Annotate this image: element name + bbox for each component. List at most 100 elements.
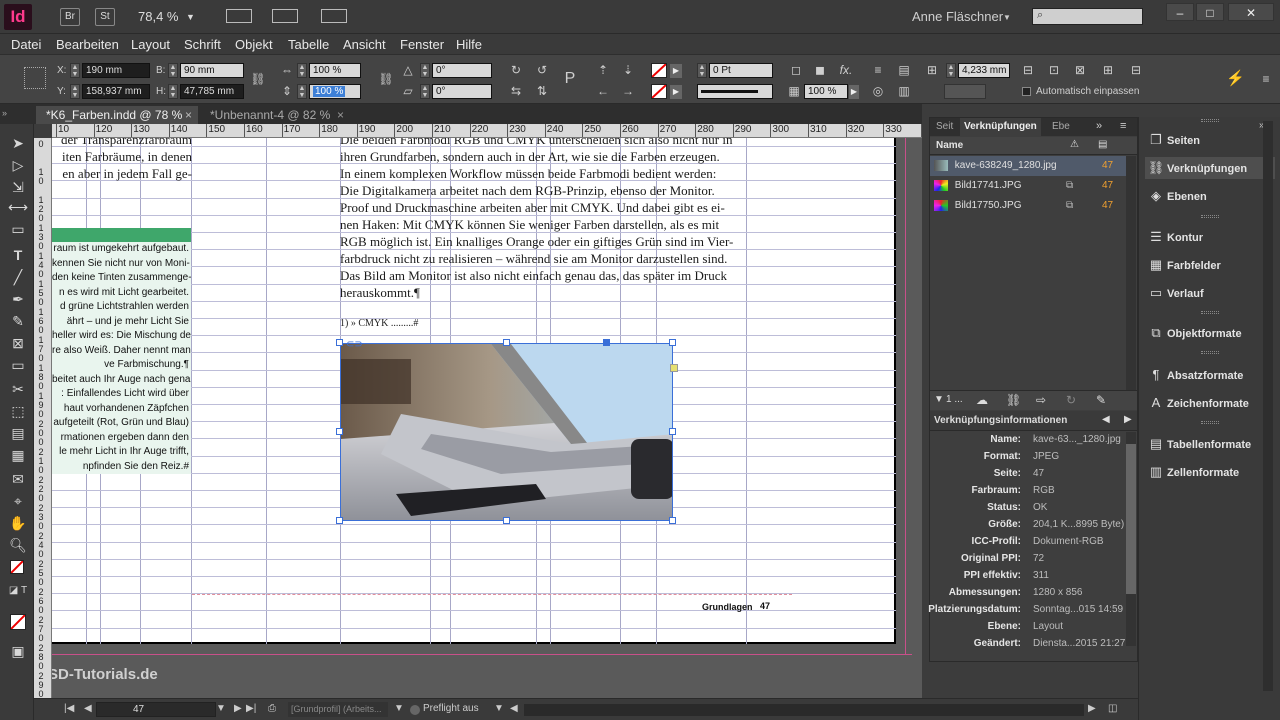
constrain-proportions-icon[interactable]: ⛓ (250, 71, 266, 87)
height-stepper[interactable]: ▲ ▼ (168, 84, 178, 99)
resize-handle-right[interactable] (669, 428, 676, 435)
opacity-arrow-icon[interactable]: ▶ (849, 85, 859, 99)
menu-fenster[interactable]: Fenster (400, 37, 444, 52)
stroke-type-select[interactable] (697, 84, 773, 99)
dock-character-styles[interactable]: A Zeichenformate (1145, 392, 1275, 414)
dock-object-styles[interactable]: ⧉ Objektformate (1145, 322, 1275, 344)
zoom-dropdown-icon[interactable]: ▼ (186, 12, 195, 22)
angle-stepper[interactable]: ▲ ▼ (420, 63, 430, 78)
stroke-dropdown-icon[interactable]: ▶ (670, 85, 682, 99)
user-name[interactable]: Anne Fläschner (912, 9, 1003, 24)
relink-cc-icon[interactable]: ☁ (976, 393, 988, 407)
shear-field[interactable]: 0° (432, 84, 492, 99)
reference-point-icon[interactable] (24, 67, 46, 89)
content-grabber[interactable] (603, 339, 610, 346)
quick-apply-icon[interactable]: ⚡ (1226, 71, 1245, 87)
resize-handle-top[interactable] (503, 339, 510, 346)
last-page-icon[interactable]: ▶| (246, 703, 256, 714)
content-collector-icon[interactable]: ▭ (8, 220, 28, 238)
horizontal-scrollbar[interactable] (524, 704, 1084, 716)
panel-menu-icon[interactable]: ≡ (1120, 120, 1126, 132)
opacity-field[interactable]: 100 % (804, 84, 848, 99)
dock-links[interactable]: ⛓ Verknüpfungen (1145, 157, 1275, 179)
first-page-icon[interactable]: |◀ (64, 703, 74, 714)
scale-x-stepper[interactable]: ▲ ▼ (297, 63, 307, 78)
direct-selection-tool-icon[interactable]: ▷ (8, 156, 28, 174)
update-link-icon[interactable]: ↻ (1066, 393, 1076, 407)
panel-expand-icon[interactable]: » (1096, 120, 1102, 132)
dock-grip[interactable] (1201, 311, 1219, 314)
height-field[interactable]: 47,785 mm (180, 84, 244, 99)
y-field[interactable]: 158,937 mm (82, 84, 150, 99)
dock-pages[interactable]: ❐ Seiten (1145, 129, 1275, 151)
footer-section-label[interactable]: Grundlagen (702, 602, 753, 612)
gradient-feather-tool-icon[interactable]: ▦ (8, 446, 28, 464)
menu-tabelle[interactable]: Tabelle (288, 37, 329, 52)
preflight-dropdown-icon[interactable]: ▼ (494, 703, 504, 714)
resize-handle-left[interactable] (336, 428, 343, 435)
tab-pages[interactable]: Seit (936, 121, 953, 132)
width-stepper[interactable]: ▲ ▼ (168, 63, 178, 78)
link-row[interactable]: Bild17741.JPG ⧉ 47 (930, 176, 1136, 196)
dock-grip[interactable] (1201, 119, 1219, 122)
page-tool-icon[interactable]: ⇲ (8, 178, 28, 196)
fill-frame-proportionally-icon[interactable]: ⊞ (1100, 62, 1116, 78)
tab-layers[interactable]: Ebe (1052, 121, 1070, 132)
screen-mode-tool-icon[interactable]: ▣ (8, 642, 28, 660)
dock-gradient[interactable]: ▭ Verlauf (1145, 282, 1275, 304)
info-scrollbar[interactable] (1126, 432, 1136, 646)
stroke-weight-stepper[interactable]: ▲ ▼ (697, 63, 707, 78)
prev-page-icon[interactable]: ◀ (84, 703, 92, 714)
dock-grip[interactable] (1201, 351, 1219, 354)
line-tool-icon[interactable]: ╱ (8, 268, 28, 286)
page-column-icon[interactable]: ▤ (1098, 139, 1107, 150)
dock-swatches[interactable]: ▦ Farbfelder (1145, 254, 1275, 276)
shadow-icon[interactable]: ◻ (788, 62, 804, 78)
inner-shadow-icon[interactable]: ◼ (812, 62, 828, 78)
flip-vertical-icon[interactable]: ⇅ (534, 83, 550, 99)
resize-handle-top-right[interactable] (669, 339, 676, 346)
fill-color-icon[interactable] (10, 560, 24, 574)
resize-handle-top-left[interactable] (336, 339, 343, 346)
status-column-icon[interactable]: ⚠ (1070, 139, 1079, 150)
note-tool-icon[interactable]: ✉ (8, 470, 28, 488)
rectangle-frame-tool-icon[interactable]: ⊠ (8, 334, 28, 352)
tab-unbenannt-4[interactable]: *Unbenannt-4 @ 82 % × (200, 106, 350, 124)
out-port-icon[interactable] (670, 364, 678, 372)
hand-tool-icon[interactable]: ✋ (8, 514, 28, 532)
tab-close-icon[interactable]: × (337, 106, 344, 124)
pen-tool-icon[interactable]: ✒ (8, 290, 28, 308)
footer-page-number[interactable]: 47 (760, 601, 770, 611)
resize-handle-bottom-left[interactable] (336, 517, 343, 524)
eyedropper-tool-icon[interactable]: ⌖ (8, 492, 28, 510)
page-number-field[interactable]: 47 (96, 702, 216, 717)
tab-links[interactable]: Verknüpfungen (960, 118, 1041, 136)
apply-none-icon[interactable] (10, 614, 26, 630)
offset-stepper[interactable]: ▲ ▼ (946, 63, 956, 78)
gap-tool-icon[interactable]: ⟷ (8, 198, 28, 216)
menu-layout[interactable]: Layout (131, 37, 170, 52)
document-canvas[interactable]: der Transparenzfarbraum iten Farbräume, … (52, 138, 922, 698)
y-stepper[interactable]: ▲ ▼ (70, 84, 80, 99)
edit-original-icon[interactable]: ✎ (1096, 393, 1106, 407)
text-wrap-bbox-icon[interactable]: ▤ (896, 62, 912, 78)
gradient-swatch-tool-icon[interactable]: ▤ (8, 424, 28, 442)
close-button[interactable]: ✕ (1228, 3, 1274, 21)
dock-stroke[interactable]: ☰ Kontur (1145, 226, 1275, 248)
flip-horizontal-icon[interactable]: ⇆ (508, 83, 524, 99)
user-dropdown-icon[interactable]: ▼ (1003, 13, 1011, 22)
links-scrollbar[interactable] (1126, 156, 1136, 396)
preflight-label[interactable]: Preflight aus (423, 703, 479, 714)
view-options-icon[interactable] (226, 9, 252, 23)
fit-content-to-frame-icon[interactable]: ⊟ (1020, 62, 1036, 78)
menu-objekt[interactable]: Objekt (235, 37, 273, 52)
split-layout-icon[interactable]: ◫ (1108, 703, 1117, 714)
offset-field[interactable]: 4,233 mm (958, 63, 1010, 78)
maximize-button[interactable]: □ (1196, 3, 1224, 21)
default-colors-icon[interactable]: ◪ T (8, 582, 28, 600)
selection-tool-icon[interactable]: ➤ (8, 134, 28, 152)
info-scroll-thumb[interactable] (1126, 444, 1136, 594)
arrange-documents-icon[interactable] (321, 9, 347, 23)
open-page-icon[interactable]: ⎙ (268, 703, 276, 714)
shear-stepper[interactable]: ▲ ▼ (420, 84, 430, 99)
